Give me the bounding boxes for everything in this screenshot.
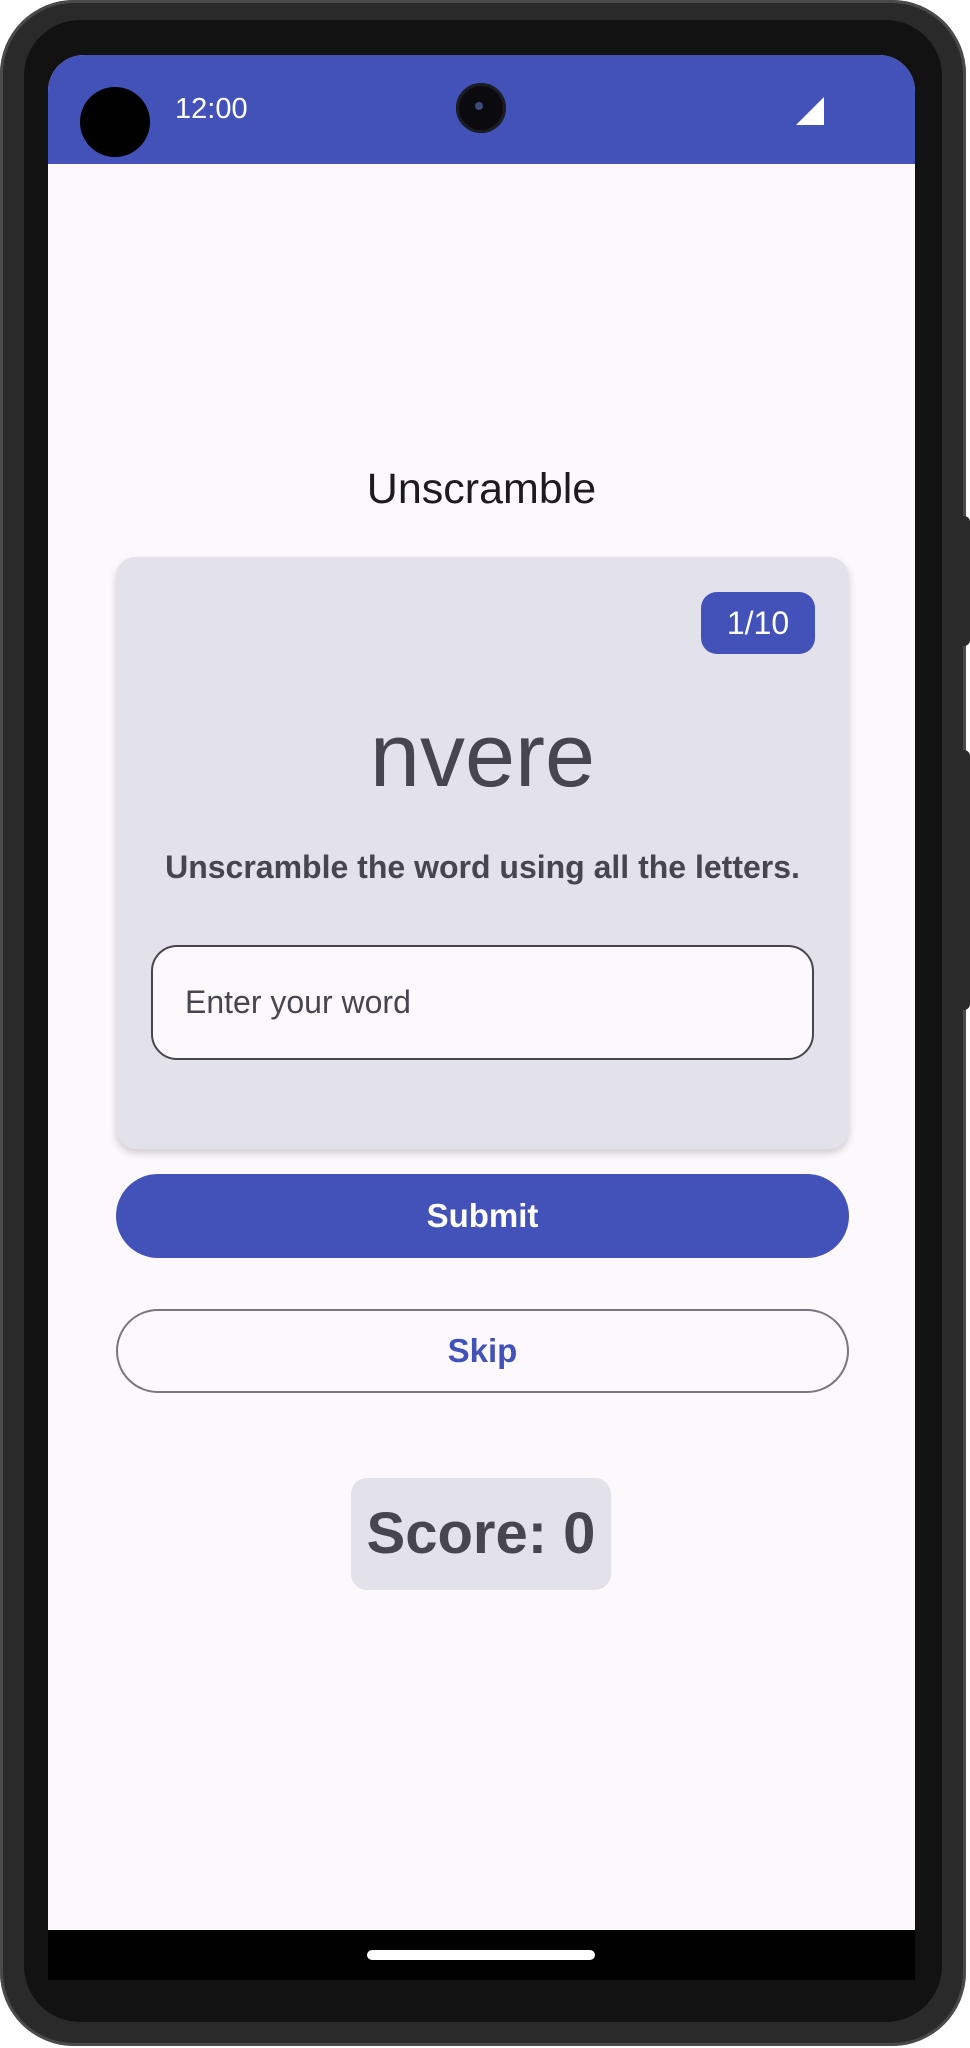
score-display: Score: 0: [351, 1478, 611, 1590]
screen: 12:00 Unscramble 1/10 nvere Unscramble t…: [48, 55, 915, 1980]
instructions-text: Unscramble the word using all the letter…: [165, 849, 800, 885]
game-card: 1/10 nvere Unscramble the word using all…: [116, 557, 849, 1149]
volume-button: [962, 750, 970, 1010]
submit-button[interactable]: Submit: [116, 1174, 849, 1258]
home-indicator[interactable]: [367, 1950, 595, 1960]
app-title: Unscramble: [366, 465, 597, 513]
status-time: 12:00: [175, 93, 248, 125]
word-count-badge: 1/10: [701, 592, 815, 654]
power-button: [962, 516, 970, 646]
scrambled-word: nvere: [369, 706, 596, 806]
signal-icon: [796, 97, 824, 125]
word-input[interactable]: [151, 945, 814, 1060]
status-circle-icon: [80, 87, 150, 157]
status-bar: 12:00: [48, 55, 915, 164]
skip-button[interactable]: Skip: [116, 1309, 849, 1393]
front-camera: [456, 83, 506, 133]
navigation-bar: [48, 1930, 915, 1980]
